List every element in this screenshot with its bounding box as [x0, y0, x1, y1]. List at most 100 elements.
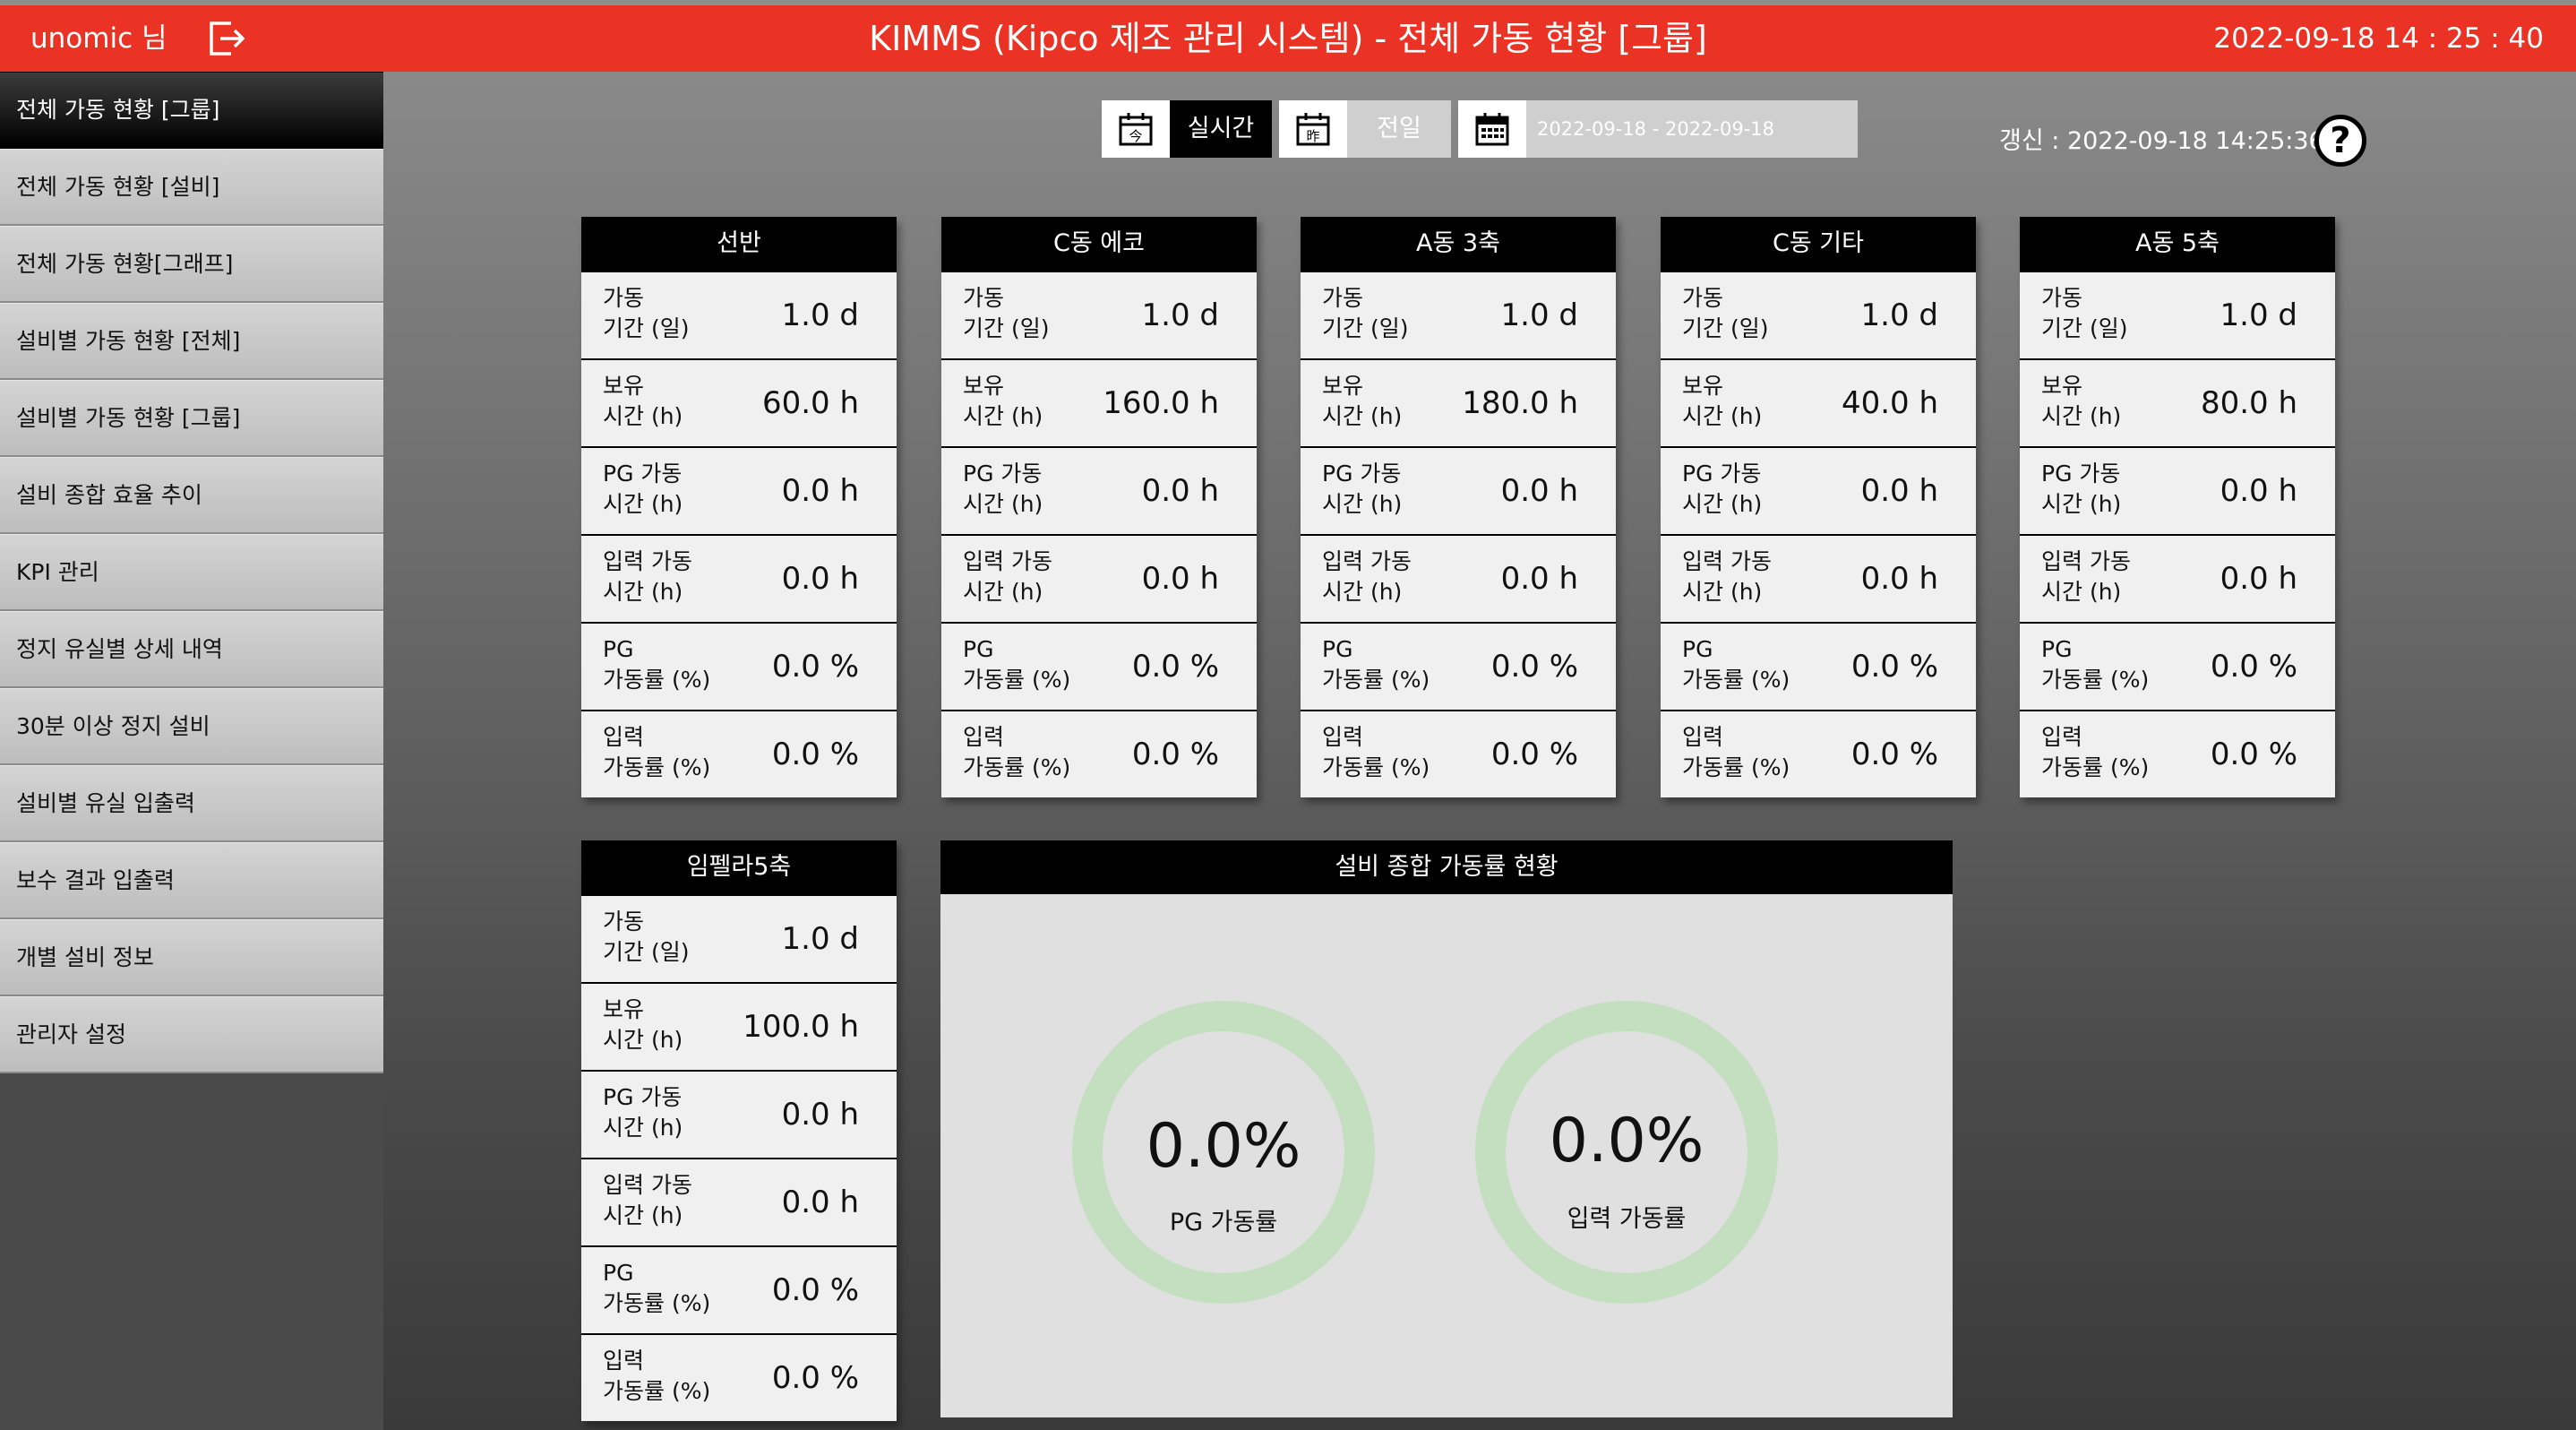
sidebar-item-repair-io[interactable]: 보수 결과 입출력 [0, 842, 383, 919]
operating-period-label: 가동 기간 (일) [603, 909, 690, 965]
sidebar-item-kpi[interactable]: KPI 관리 [0, 534, 383, 611]
input-utilization-row: 입력 가동률 (%) 0.0 % [581, 711, 897, 797]
sidebar-item-loss-io[interactable]: 설비별 유실 입출력 [0, 765, 383, 842]
date-range-picker[interactable]: 2022-09-18 - 2022-09-18 [1458, 100, 1858, 158]
input-operating-time-row: 입력 가동 시간 (h) 0.0 h [581, 536, 897, 622]
holding-time-row: 보유 시간 (h) 60.0 h [581, 360, 897, 446]
sidebar-nav: 전체 가동 현황 [그룹] 전체 가동 현황 [설비] 전체 가동 현황[그래프… [0, 72, 383, 1430]
input-operating-time-row: 입력 가동 시간 (h) 0.0 h [581, 1159, 897, 1245]
pg-operating-time-label: PG 가동 시간 (h) [603, 1084, 683, 1141]
sidebar-item-equipment-info[interactable]: 개별 설비 정보 [0, 919, 383, 996]
pg-operating-time-value: 0.0 h [1141, 473, 1219, 509]
top-header-bar: unomic 님 KIMMS (Kipco 제조 관리 시스템) - 전체 가동… [0, 5, 2576, 72]
input-operating-time-row: 입력 가동 시간 (h) 0.0 h [941, 536, 1257, 622]
operating-period-value: 1.0 d [1860, 297, 1938, 333]
card-title: A동 3축 [1416, 229, 1500, 257]
pg-operating-time-row: PG 가동 시간 (h) 0.0 h [1661, 448, 1976, 534]
holding-time-value: 80.0 h [2200, 385, 2297, 421]
sidebar-item-30min-stop[interactable]: 30분 이상 정지 설비 [0, 688, 383, 765]
holding-time-row: 보유 시간 (h) 80.0 h [2020, 360, 2335, 446]
pg-utilization-row: PG 가동률 (%) 0.0 % [2020, 624, 2335, 710]
sidebar-item-stop-loss-detail[interactable]: 정지 유실별 상세 내역 [0, 611, 383, 688]
input-operating-time-row: 입력 가동 시간 (h) 0.0 h [2020, 536, 2335, 622]
card-title: C동 에코 [1053, 229, 1145, 257]
input-operating-time-label: 입력 가동 시간 (h) [2041, 548, 2131, 605]
overall-utilization-panel: 설비 종합 가동률 현황 0.0% PG 가동률 0.0% 입력 가동률 [940, 840, 1953, 1417]
panel-title: 설비 종합 가동률 현황 [1335, 853, 1558, 881]
pg-operating-time-label: PG 가동 시간 (h) [963, 461, 1043, 517]
calendar-icon [1458, 100, 1526, 158]
operating-period-label: 가동 기간 (일) [603, 285, 690, 341]
input-utilization-row: 입력 가동률 (%) 0.0 % [2020, 711, 2335, 797]
holding-time-label: 보유 시간 (h) [1322, 373, 1403, 429]
pg-utilization-label: PG 가동률 (%) [1682, 636, 1790, 693]
card-title: C동 기타 [1773, 229, 1864, 257]
input-utilization-label: 입력 가동률 [1567, 1205, 1687, 1233]
realtime-label: 실시간 [1187, 115, 1255, 142]
equipment-group-card: A동 5축 가동 기간 (일) 1.0 d 보유 시간 (h) 80.0 h PG 가동 … [2020, 217, 2335, 797]
pg-utilization-row: PG 가동률 (%) 0.0 % [581, 624, 897, 710]
sidebar-item-equipment-status[interactable]: 전체 가동 현황 [설비] [0, 149, 383, 226]
holding-time-row: 보유 시간 (h) 100.0 h [581, 984, 897, 1070]
operating-period-row: 가동 기간 (일) 1.0 d [1661, 272, 1976, 358]
pg-operating-time-value: 0.0 h [781, 473, 859, 509]
input-utilization-label: 입력 가동률 (%) [1322, 724, 1430, 780]
pg-utilization-value: 0.0 % [771, 649, 859, 685]
panel-body: 0.0% PG 가동률 0.0% 입력 가동률 [940, 894, 1953, 1417]
holding-time-value: 100.0 h [743, 1009, 859, 1045]
operating-period-label: 가동 기간 (일) [1682, 285, 1769, 341]
input-utilization-row: 입력 가동률 (%) 0.0 % [581, 1335, 897, 1421]
pg-operating-time-label: PG 가동 시간 (h) [2041, 461, 2122, 517]
realtime-button[interactable]: 今 실시간 [1102, 100, 1272, 158]
pg-utilization-donut: 0.0% PG 가동률 [1071, 1000, 1376, 1305]
holding-time-value: 60.0 h [761, 385, 859, 421]
date-range-text: 2022-09-18 - 2022-09-18 [1537, 118, 1775, 140]
input-operating-time-value: 0.0 h [781, 1184, 859, 1220]
pg-operating-time-row: PG 가동 시간 (h) 0.0 h [581, 1072, 897, 1158]
holding-time-label: 보유 시간 (h) [2041, 373, 2122, 429]
holding-time-label: 보유 시간 (h) [1682, 373, 1763, 429]
help-icon[interactable]: ? [2314, 115, 2366, 167]
input-utilization-label: 입력 가동률 (%) [1682, 724, 1790, 780]
input-operating-time-label: 입력 가동 시간 (h) [1682, 548, 1772, 605]
sidebar-item-per-equipment-all[interactable]: 설비별 가동 현황 [전체] [0, 303, 383, 380]
sidebar-item-per-equipment-group[interactable]: 설비별 가동 현황 [그룹] [0, 380, 383, 457]
input-operating-time-value: 0.0 h [1860, 561, 1938, 597]
sidebar-item-group-status[interactable]: 전체 가동 현황 [그룹] [0, 72, 383, 149]
pg-utilization-value: 0.0 % [771, 1272, 859, 1308]
pg-utilization-value: 0.0% [1146, 1111, 1301, 1182]
calendar-prev-icon: 昨 [1279, 100, 1347, 158]
operating-period-row: 가동 기간 (일) 1.0 d [581, 896, 897, 982]
prev-day-label: 전일 [1377, 115, 1421, 142]
page-title: KIMMS (Kipco 제조 관리 시스템) - 전체 가동 현황 [그룹] [869, 19, 1707, 58]
operating-period-row: 가동 기간 (일) 1.0 d [941, 272, 1257, 358]
holding-time-label: 보유 시간 (h) [963, 373, 1043, 429]
operating-period-value: 1.0 d [1141, 297, 1219, 333]
card-title: A동 5축 [2135, 229, 2220, 257]
input-utilization-value: 0.0 % [1131, 737, 1219, 772]
pg-operating-time-value: 0.0 h [1500, 473, 1578, 509]
input-utilization-value: 0.0 % [1490, 737, 1578, 772]
sidebar-item-admin-settings[interactable]: 관리자 설정 [0, 996, 383, 1073]
operating-period-value: 1.0 d [781, 297, 859, 333]
operating-period-value: 1.0 d [1500, 297, 1578, 333]
input-utilization-value: 0.0 % [771, 737, 859, 772]
svg-text:今: 今 [1129, 128, 1142, 144]
equipment-group-card: A동 3축 가동 기간 (일) 1.0 d 보유 시간 (h) 180.0 h PG 가동… [1301, 217, 1616, 797]
input-utilization-label: 입력 가동률 (%) [963, 724, 1071, 780]
pg-utilization-label: PG 가동률 (%) [603, 1260, 711, 1316]
pg-utilization-label: PG 가동률 (%) [2041, 636, 2150, 693]
input-operating-time-row: 입력 가동 시간 (h) 0.0 h [1301, 536, 1616, 622]
pg-operating-time-value: 0.0 h [2220, 473, 2297, 509]
input-operating-time-label: 입력 가동 시간 (h) [603, 1172, 692, 1228]
sidebar-item-oee-trend[interactable]: 설비 종합 효율 추이 [0, 457, 383, 534]
input-operating-time-label: 입력 가동 시간 (h) [1322, 548, 1412, 605]
sidebar-item-graph-status[interactable]: 전체 가동 현황[그래프] [0, 226, 383, 303]
pg-operating-time-value: 0.0 h [1860, 473, 1938, 509]
current-datetime: 2022-09-18 14 : 25 : 40 [2213, 22, 2544, 55]
input-operating-time-value: 0.0 h [1141, 561, 1219, 597]
operating-period-value: 1.0 d [2220, 297, 2297, 333]
input-utilization-value: 0.0% [1549, 1106, 1704, 1176]
prev-day-button[interactable]: 昨 전일 [1279, 100, 1451, 158]
input-utilization-value: 0.0 % [771, 1360, 859, 1396]
